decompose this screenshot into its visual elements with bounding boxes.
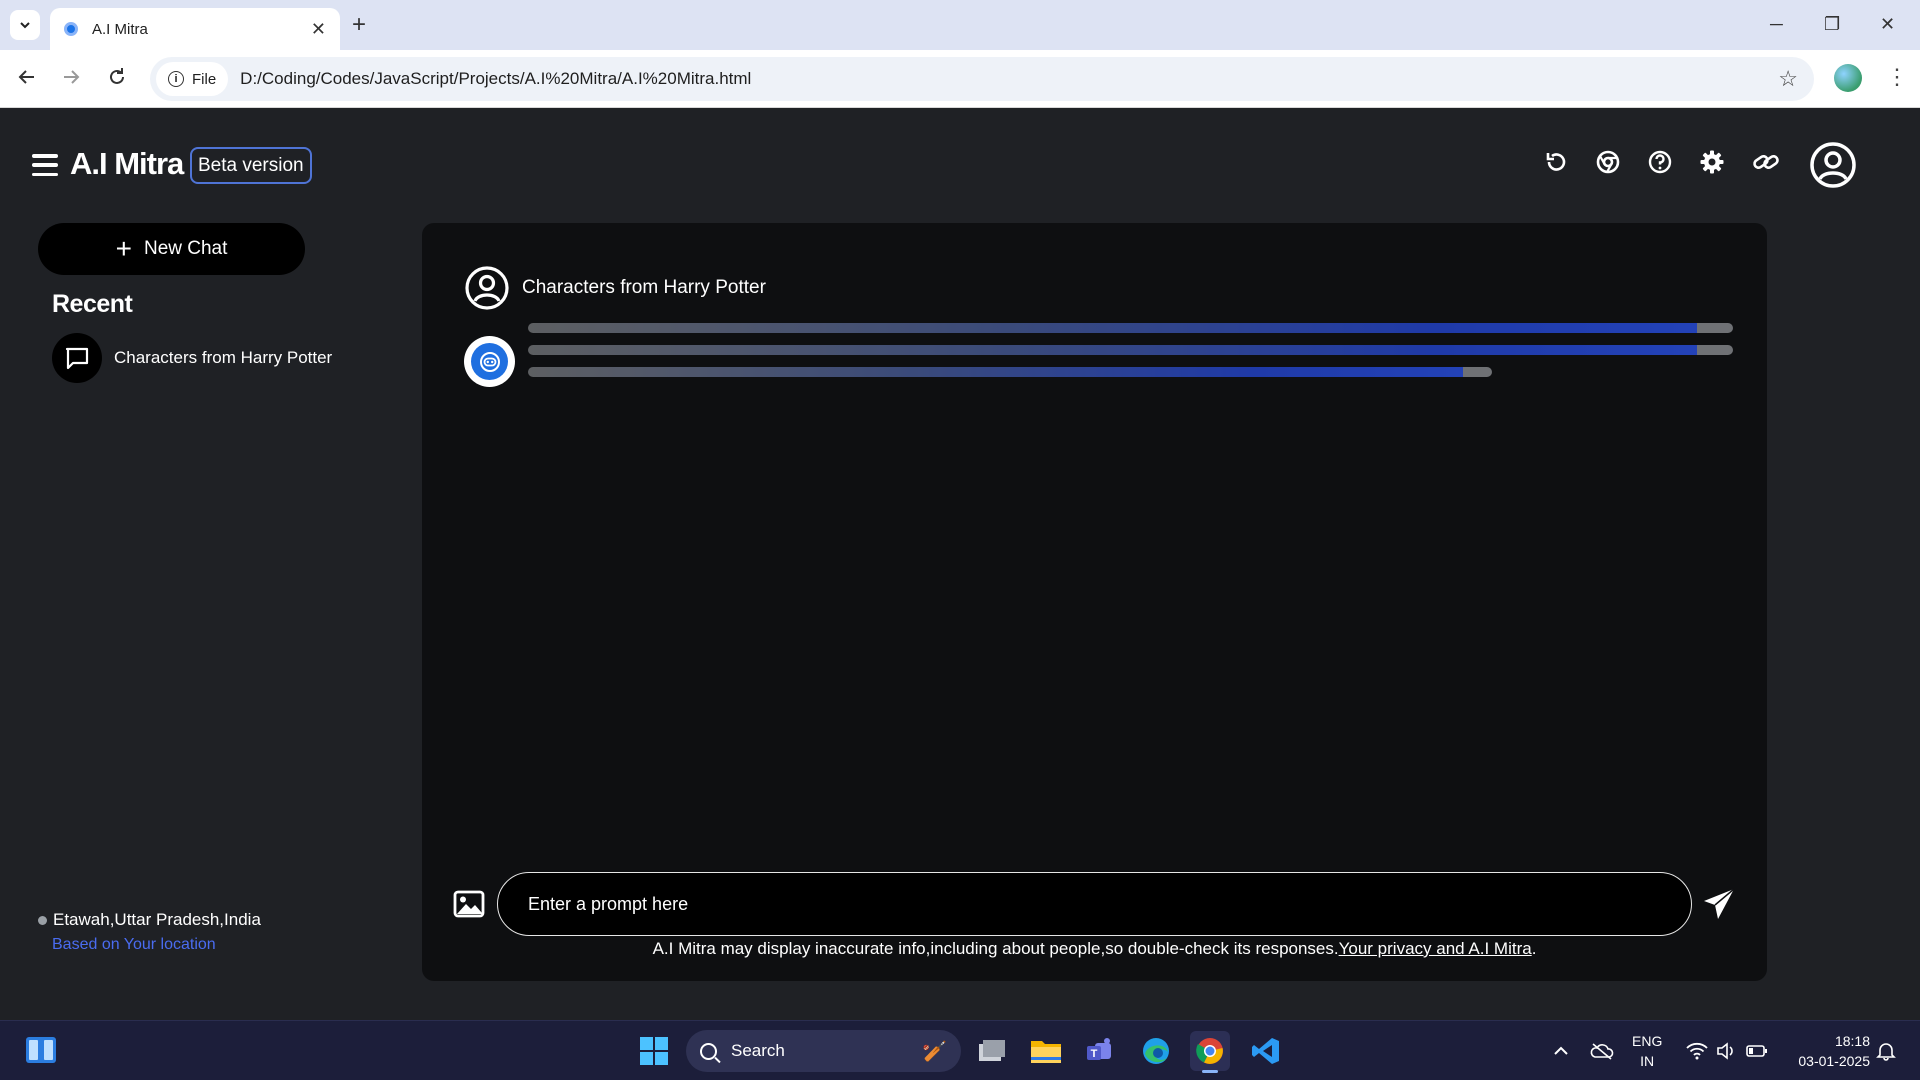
new-chat-button[interactable]: + New Chat (38, 223, 305, 275)
wifi-icon[interactable] (1686, 1021, 1708, 1080)
language-line1: ENG (1632, 1033, 1663, 1049)
forward-button[interactable] (60, 66, 82, 93)
restore-button[interactable]: ❐ (1824, 14, 1840, 34)
svg-text:T: T (1091, 1048, 1098, 1060)
taskbar-search-label: Search (731, 1041, 785, 1060)
location-link[interactable]: Based on Your location (52, 936, 261, 954)
widgets-icon[interactable] (26, 1037, 56, 1063)
bot-avatar-icon (464, 336, 515, 387)
browser-menu-icon[interactable]: ⋮ (1886, 64, 1908, 90)
chrome-taskbar-icon[interactable] (1190, 1031, 1230, 1073)
clock-time: 18:18 (1834, 1033, 1870, 1049)
teams-icon[interactable]: T (1080, 1031, 1120, 1071)
chevron-down-icon (20, 22, 30, 29)
menu-icon[interactable] (32, 154, 58, 176)
settings-icon[interactable] (1696, 146, 1728, 178)
browser-tab[interactable]: A.I Mitra ✕ (50, 8, 340, 50)
search-icon (700, 1042, 717, 1060)
privacy-link[interactable]: Your privacy and A.I Mitra (1339, 939, 1532, 958)
taskbar-search[interactable]: Search 🏏 (686, 1030, 961, 1072)
task-view-icon[interactable] (972, 1031, 1012, 1071)
user-avatar-icon[interactable] (1809, 141, 1857, 189)
recent-chat-item[interactable]: Characters from Harry Potter (52, 333, 332, 383)
address-bar[interactable]: i File D:/Coding/Codes/JavaScript/Projec… (150, 57, 1814, 101)
battery-icon[interactable] (1746, 1021, 1768, 1080)
arrow-left-icon (18, 70, 34, 84)
volume-icon[interactable] (1716, 1021, 1736, 1080)
user-icon (465, 266, 509, 310)
language-indicator[interactable]: ENG IN (1632, 1031, 1662, 1071)
recent-heading: Recent (52, 290, 133, 318)
send-icon[interactable] (1701, 886, 1737, 922)
reload-button[interactable] (106, 66, 128, 93)
user-message-text: Characters from Harry Potter (522, 277, 766, 298)
image-upload-icon[interactable] (452, 887, 486, 921)
start-button[interactable] (634, 1031, 674, 1071)
loading-bar (528, 345, 1733, 355)
onedrive-offline-icon[interactable] (1590, 1021, 1614, 1080)
clock-date: 03-01-2025 (1798, 1053, 1870, 1069)
window-close-button[interactable]: ✕ (1880, 14, 1895, 34)
file-explorer-icon[interactable] (1026, 1031, 1066, 1071)
tab-title: A.I Mitra (92, 20, 148, 38)
chrome-icon[interactable] (1592, 146, 1624, 178)
close-icon[interactable]: ✕ (311, 19, 326, 40)
reset-icon[interactable] (1540, 146, 1572, 178)
app-title: A.I Mitra (70, 146, 184, 181)
disclaimer-text: A.I Mitra may display inaccurate info,in… (652, 939, 1339, 958)
tab-search-button[interactable] (10, 10, 40, 40)
location-text: Etawah,Uttar Pradesh,India (53, 910, 261, 929)
vscode-icon[interactable] (1246, 1031, 1286, 1071)
windows-taskbar: Search 🏏 T ENG IN 18:18 03-01-2025 (0, 1020, 1920, 1080)
app-root: A.I Mitra Beta version + New Chat Recent… (0, 108, 1920, 1020)
notification-bell-icon[interactable] (1876, 1021, 1896, 1080)
prompt-input[interactable] (497, 872, 1692, 936)
location-block: Etawah,Uttar Pradesh,India Based on Your… (38, 910, 261, 954)
new-chat-label: New Chat (143, 238, 228, 259)
url-text[interactable]: D:/Coding/Codes/JavaScript/Projects/A.I%… (240, 69, 1778, 89)
browser-toolbar: i File D:/Coding/Codes/JavaScript/Projec… (0, 50, 1920, 108)
search-highlight-icon: 🏏 (922, 1040, 947, 1063)
profile-avatar[interactable] (1834, 64, 1862, 92)
arrow-right-icon (64, 70, 80, 84)
minimize-button[interactable]: ─ (1770, 14, 1783, 34)
bookmark-star-icon[interactable]: ☆ (1778, 66, 1798, 92)
language-line2: IN (1640, 1053, 1655, 1069)
user-message: Characters from Harry Potter (464, 265, 766, 311)
loading-bar (528, 323, 1733, 333)
help-icon[interactable] (1644, 146, 1676, 178)
recent-chat-label: Characters from Harry Potter (114, 348, 333, 367)
reload-icon (110, 68, 124, 84)
taskbar-clock[interactable]: 18:18 03-01-2025 (1780, 1031, 1870, 1071)
disclaimer-suffix: . (1531, 939, 1537, 958)
back-button[interactable] (16, 66, 38, 93)
info-icon: i (168, 71, 184, 87)
favicon-icon (64, 22, 78, 36)
windows-logo-icon (640, 1037, 668, 1065)
chat-panel: Characters from Harry Potter A.I Mitra m… (422, 223, 1767, 981)
message-icon (52, 333, 102, 383)
location-dot-icon (38, 915, 47, 925)
new-tab-button[interactable]: + (352, 12, 366, 38)
plus-icon: + (115, 233, 132, 264)
disclaimer: A.I Mitra may display inaccurate info,in… (422, 939, 1767, 959)
show-hidden-icons[interactable] (1553, 1021, 1569, 1080)
site-info-label: File (192, 70, 217, 88)
site-info-chip[interactable]: i File (156, 62, 229, 96)
link-icon[interactable] (1750, 146, 1782, 178)
edge-icon[interactable] (1136, 1031, 1176, 1071)
browser-tabstrip: A.I Mitra ✕ + ─ ❐ ✕ (0, 0, 1920, 50)
loading-bar (528, 367, 1492, 377)
beta-badge: Beta version (190, 147, 312, 184)
